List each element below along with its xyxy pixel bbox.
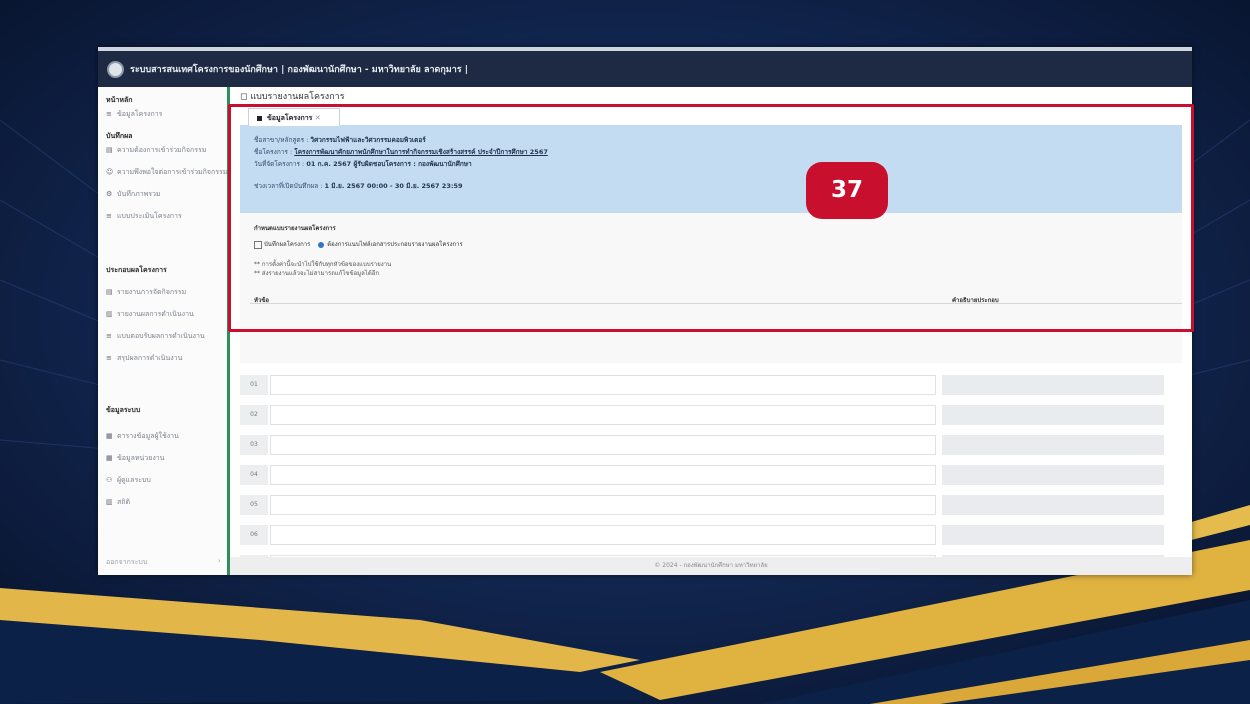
chart-icon: ▥ bbox=[106, 310, 113, 318]
row-number: 06 bbox=[240, 525, 268, 545]
sidebar-item-label: ข้อมูลโครงการ bbox=[117, 110, 163, 118]
row-number: 05 bbox=[240, 495, 268, 515]
sidebar-item[interactable]: ▤ รายงานการจัดกิจกรรม bbox=[106, 287, 186, 298]
sidebar-section-title: ข้อมูลระบบ bbox=[106, 406, 141, 414]
row-description-input[interactable] bbox=[942, 495, 1164, 515]
sidebar-item-label: แบบตอบรับผลการดำเนินงาน bbox=[117, 332, 205, 340]
sidebar-item[interactable]: ≡ ข้อมูลโครงการ bbox=[106, 109, 162, 120]
sidebar-section-title: หน้าหลัก bbox=[106, 96, 133, 104]
row-text-input[interactable] bbox=[270, 465, 936, 485]
sidebar-item[interactable]: ⚇ ผู้ดูแลระบบ bbox=[106, 475, 151, 486]
table-row: 02 bbox=[240, 405, 1165, 425]
sidebar-item-label: สรุปผลการดำเนินงาน bbox=[117, 354, 183, 362]
sidebar-item-label: ผู้ดูแลระบบ bbox=[117, 476, 151, 484]
sidebar-item[interactable]: ▦ ตารางข้อมูลผู้ใช้งาน bbox=[106, 431, 179, 442]
gear-icon: ⚙ bbox=[106, 190, 113, 198]
row-text-input[interactable] bbox=[270, 435, 936, 455]
highlight-frame bbox=[228, 104, 1194, 332]
sidebar-item-label: ข้อมูลหน่วยงาน bbox=[117, 454, 165, 462]
chart-icon: ▥ bbox=[106, 498, 113, 506]
row-description-input[interactable] bbox=[942, 525, 1164, 545]
sidebar-item-label: ตารางข้อมูลผู้ใช้งาน bbox=[117, 432, 179, 440]
page-title: ◻ แบบรายงานผลโครงการ bbox=[240, 92, 345, 102]
user-icon: ⚇ bbox=[106, 476, 113, 484]
row-number: 03 bbox=[240, 435, 268, 455]
row-number: 04 bbox=[240, 465, 268, 485]
row-description-input[interactable] bbox=[942, 375, 1164, 395]
list-icon: ≡ bbox=[106, 212, 112, 220]
table-row: 01 bbox=[240, 375, 1165, 395]
sidebar-item[interactable]: ▦ ข้อมูลหน่วยงาน bbox=[106, 453, 164, 464]
table-row: 03 bbox=[240, 435, 1165, 455]
sidebar-item[interactable]: ▥ รายงานผลการดำเนินงาน bbox=[106, 309, 194, 320]
list-icon: ≡ bbox=[106, 110, 112, 118]
list-icon: ≡ bbox=[106, 332, 112, 340]
doc-icon: ▤ bbox=[106, 288, 113, 296]
row-description-input[interactable] bbox=[942, 465, 1164, 485]
row-description-input[interactable] bbox=[942, 405, 1164, 425]
sidebar-item[interactable]: ≡ แบบประเมินโครงการ bbox=[106, 211, 182, 222]
row-text-input[interactable] bbox=[270, 375, 936, 395]
footer: © 2024 - กองพัฒนานักศึกษา มหาวิทยาลัย bbox=[230, 557, 1192, 575]
sidebar-item-label: แบบประเมินโครงการ bbox=[117, 212, 182, 220]
sidebar-item-label: ความต้องการเข้าร่วมกิจกรรม bbox=[117, 146, 207, 154]
sidebar-item-label: รายงานการจัดกิจกรรม bbox=[117, 288, 187, 296]
table-row: 06 bbox=[240, 525, 1165, 545]
row-number: 01 bbox=[240, 375, 268, 395]
row-text-input[interactable] bbox=[270, 525, 936, 545]
sidebar-item-label: ความพึงพอใจต่อการเข้าร่วมกิจกรรม bbox=[117, 168, 228, 176]
sidebar-item[interactable]: ▤ ความต้องการเข้าร่วมกิจกรรม bbox=[106, 145, 206, 156]
sidebar-item[interactable]: ⚙ บันทึกภาพรวม bbox=[106, 189, 161, 200]
calendar-icon: ▦ bbox=[106, 432, 113, 440]
sidebar-item[interactable]: ▥ สถิติ bbox=[106, 497, 130, 508]
doc-icon: ▤ bbox=[106, 146, 113, 154]
app-title: ระบบสารสนเทศโครงการของนักศึกษา | กองพัฒน… bbox=[130, 65, 469, 75]
grid-icon: ▦ bbox=[106, 454, 113, 462]
table-row: 05 bbox=[240, 495, 1165, 515]
row-description-input[interactable] bbox=[942, 435, 1164, 455]
sidebar-item-label: บันทึกภาพรวม bbox=[117, 190, 161, 198]
row-text-input[interactable] bbox=[270, 495, 936, 515]
sidebar-section-title: บันทึกผล bbox=[106, 132, 133, 140]
table-row: 04 bbox=[240, 465, 1165, 485]
step-number-badge: 37 bbox=[806, 162, 888, 219]
sidebar-item[interactable]: ≡ แบบตอบรับผลการดำเนินงาน bbox=[106, 331, 205, 342]
row-text-input[interactable] bbox=[270, 405, 936, 425]
logout-link[interactable]: ออกจากระบบ bbox=[106, 557, 147, 568]
row-number: 02 bbox=[240, 405, 268, 425]
list-icon: ≡ bbox=[106, 354, 112, 362]
sidebar-item-label: สถิติ bbox=[117, 498, 131, 506]
sidebar-item[interactable]: ≡ สรุปผลการดำเนินงาน bbox=[106, 353, 182, 364]
sidebar-section-title: ประกอบผลโครงการ bbox=[106, 266, 167, 274]
users-icon: ☺ bbox=[106, 168, 114, 176]
collapse-arrow-icon[interactable]: › bbox=[218, 557, 221, 565]
top-bar: ระบบสารสนเทศโครงการของนักศึกษา | กองพัฒน… bbox=[98, 47, 1192, 87]
sidebar-item[interactable]: ☺ ความพึงพอใจต่อการเข้าร่วมกิจกรรม bbox=[106, 167, 227, 178]
sidebar-item-label: รายงานผลการดำเนินงาน bbox=[117, 310, 194, 318]
sidebar: หน้าหลัก ≡ ข้อมูลโครงการ บันทึกผล ▤ ความต้… bbox=[98, 87, 230, 575]
university-logo bbox=[107, 61, 124, 78]
